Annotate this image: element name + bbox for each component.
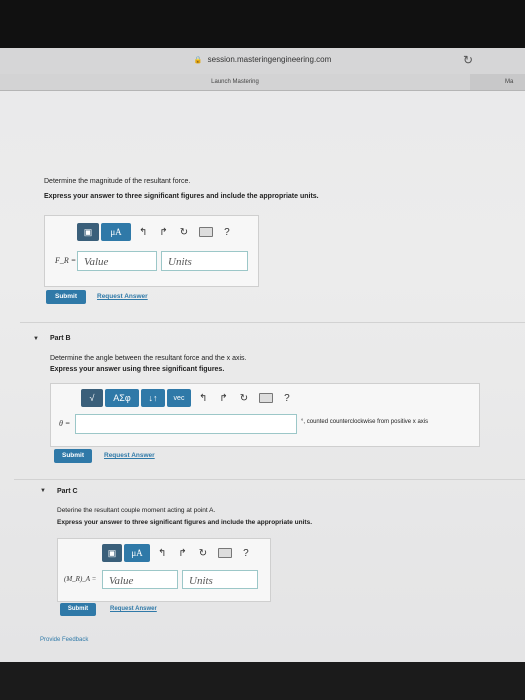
part-c-toolbar: ▣ μA ↰ ↱ ↻ ? — [102, 543, 255, 563]
browser-screen: 🔒 session.masteringengineering.com ↻ Lau… — [0, 0, 525, 662]
undo-icon[interactable]: ↰ — [199, 393, 207, 404]
vec-button[interactable]: vec — [167, 389, 191, 407]
part-c-caret-icon[interactable]: ▼ — [40, 488, 46, 494]
undo-icon[interactable]: ↰ — [139, 227, 147, 238]
units-button[interactable]: μA — [124, 544, 150, 562]
units-input[interactable]: Units — [161, 251, 248, 271]
part-c-request-answer-link[interactable]: Request Answer — [110, 606, 157, 612]
part-c-title[interactable]: Part C — [57, 488, 78, 495]
keyboard-icon[interactable] — [218, 548, 233, 558]
tab-launch-mastering[interactable]: Launch Mastering — [0, 74, 470, 90]
tab-next[interactable]: Ma — [505, 74, 513, 90]
part-a-toolbar: ▣ μA ↰ ↱ ↻ ? — [77, 222, 236, 242]
reset-icon[interactable]: ↻ — [199, 548, 207, 559]
units-button[interactable]: μA — [101, 223, 131, 241]
part-b-title[interactable]: Part B — [50, 335, 71, 342]
part-b-instruction: Express your answer using three signific… — [50, 366, 225, 373]
part-c-instruction: Express your answer to three significant… — [57, 519, 312, 526]
template-icon[interactable]: ▣ — [77, 223, 99, 241]
fr-label: F_R = — [55, 256, 77, 265]
part-a-question: Determine the magnitude of the resultant… — [44, 178, 191, 185]
address-bar[interactable]: 🔒 session.masteringengineering.com ↻ — [0, 48, 525, 75]
page-content: Determine the magnitude of the resultant… — [0, 91, 525, 662]
sqrt-template-icon[interactable]: √ — [81, 389, 103, 407]
reload-icon[interactable]: ↻ — [463, 53, 473, 67]
divider — [14, 479, 525, 480]
part-a-instruction: Express your answer to three significant… — [44, 193, 319, 200]
part-c-submit-button[interactable]: Submit — [60, 603, 96, 616]
lock-icon: 🔒 — [193, 57, 203, 64]
part-a-request-answer-link[interactable]: Request Answer — [97, 293, 148, 300]
angle-unit-suffix: °, counted counterclockwise from positiv… — [301, 419, 429, 425]
provide-feedback-link[interactable]: Provide Feedback — [40, 637, 88, 643]
help-icon[interactable]: ? — [224, 227, 230, 238]
tab-bar: Launch Mastering Ma — [0, 74, 525, 91]
theta-label: θ = — [59, 419, 71, 428]
part-b-toolbar: √ ΑΣφ ↓↑ vec ↰ ↱ ↻ ? — [81, 388, 296, 408]
part-c-question: Deterine the resultant couple moment act… — [57, 507, 216, 514]
redo-icon[interactable]: ↱ — [219, 393, 227, 404]
redo-icon[interactable]: ↱ — [178, 548, 186, 559]
divider — [20, 322, 525, 323]
part-b-submit-button[interactable]: Submit — [54, 449, 92, 463]
part-b-request-answer-link[interactable]: Request Answer — [104, 452, 155, 459]
help-icon[interactable]: ? — [243, 548, 249, 559]
part-b-caret-icon[interactable]: ▼ — [33, 336, 39, 342]
greek-button[interactable]: ΑΣφ — [105, 389, 139, 407]
part-a-submit-button[interactable]: Submit — [46, 290, 86, 304]
value-input[interactable]: Value — [77, 251, 157, 271]
moment-label: (M_R)_A = — [64, 575, 97, 583]
part-b-answer-box: √ ΑΣφ ↓↑ vec ↰ ↱ ↻ ? θ = °, counted coun… — [50, 383, 480, 447]
arrows-button[interactable]: ↓↑ — [141, 389, 165, 407]
redo-icon[interactable]: ↱ — [159, 227, 167, 238]
help-icon[interactable]: ? — [284, 393, 290, 404]
part-a-answer-box: ▣ μA ↰ ↱ ↻ ? F_R = Value Units — [44, 215, 259, 287]
reset-icon[interactable]: ↻ — [180, 227, 188, 238]
units-input[interactable]: Units — [182, 570, 258, 589]
part-b-question: Determine the angle between the resultan… — [50, 355, 247, 362]
reset-icon[interactable]: ↻ — [240, 393, 248, 404]
undo-icon[interactable]: ↰ — [158, 548, 166, 559]
part-c-answer-box: ▣ μA ↰ ↱ ↻ ? (M_R)_A = Value Units — [57, 538, 271, 602]
value-input[interactable]: Value — [102, 570, 178, 589]
keyboard-icon[interactable] — [199, 227, 214, 237]
template-icon[interactable]: ▣ — [102, 544, 122, 562]
angle-input[interactable] — [75, 414, 297, 434]
url-text: session.masteringengineering.com — [207, 55, 332, 64]
keyboard-icon[interactable] — [259, 393, 274, 403]
bezel-top — [0, 0, 525, 48]
